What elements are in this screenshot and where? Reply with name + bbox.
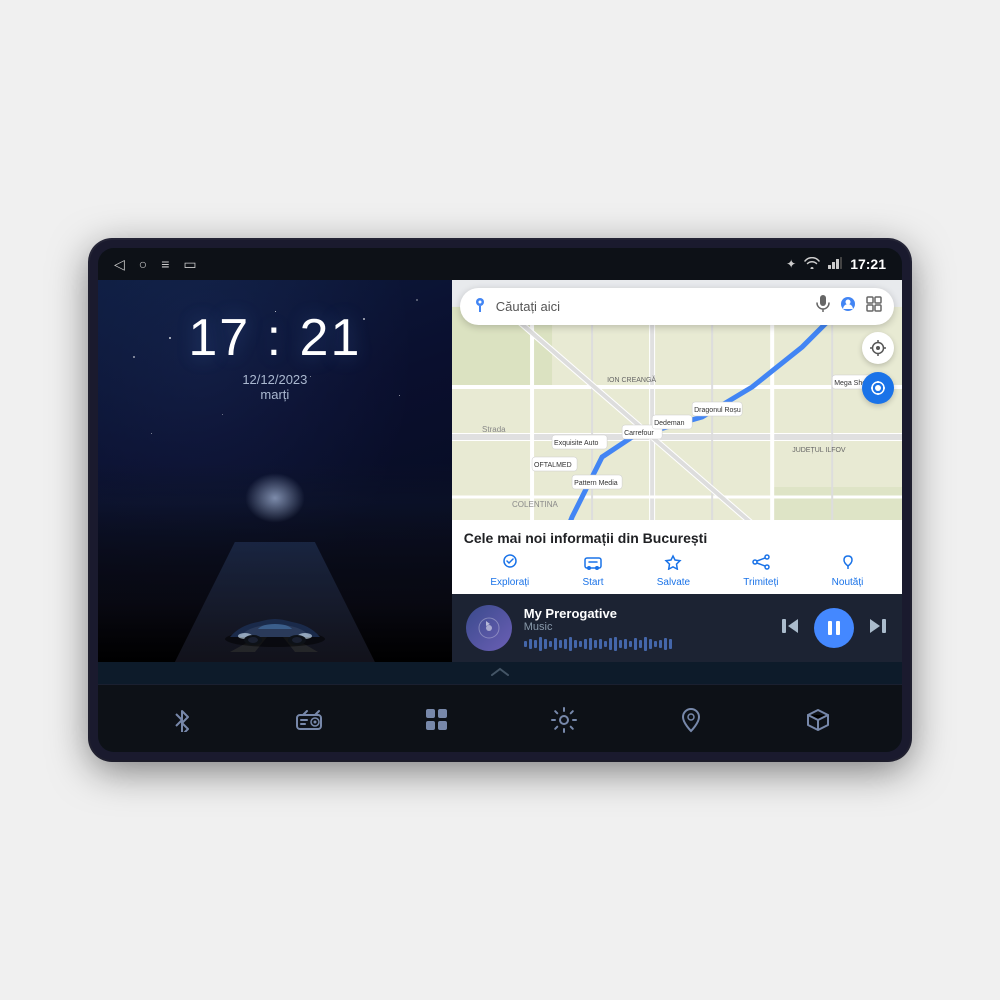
map-nav-bar: Explorați bbox=[464, 554, 890, 588]
album-art bbox=[466, 605, 512, 651]
map-layers-button[interactable] bbox=[862, 332, 894, 364]
map-info-title: Cele mai noi informații din București bbox=[464, 530, 890, 546]
music-play-pause-button[interactable] bbox=[814, 608, 854, 648]
clock-day: marți bbox=[260, 387, 289, 402]
device-screen: ◁ ○ ≡ ▭ ✦ bbox=[98, 248, 902, 752]
status-icons: ✦ 17:21 bbox=[786, 256, 886, 272]
svg-text:Exquisite Auto: Exquisite Auto bbox=[554, 440, 598, 447]
wifi-icon bbox=[804, 257, 820, 272]
svg-text:Dragonul Roșu: Dragonul Roșu bbox=[694, 407, 741, 414]
map-container[interactable]: Strada ION CREANGĂ JUDEȚUL ILFOV COLENTI… bbox=[452, 280, 902, 594]
svg-text:OFTALMED: OFTALMED bbox=[534, 462, 572, 469]
bluetooth-status-icon: ✦ bbox=[786, 257, 796, 271]
trimiteți-label: Trimiteți bbox=[743, 577, 778, 588]
svg-text:ION CREANGĂ: ION CREANGĂ bbox=[607, 375, 656, 384]
swipe-up-indicator bbox=[98, 662, 902, 684]
music-player: My Prerogative Music bbox=[452, 594, 902, 662]
nav-item-explorати[interactable]: Explorați bbox=[490, 554, 529, 588]
trimiteți-icon bbox=[751, 554, 771, 575]
dock-radio[interactable] bbox=[284, 695, 334, 745]
noutăți-label: Noutăți bbox=[832, 577, 864, 588]
explorați-label: Explorați bbox=[490, 577, 529, 588]
nav-icons: ◁ ○ ≡ ▭ bbox=[114, 256, 197, 273]
home-icon[interactable]: ○ bbox=[139, 256, 147, 272]
screenshot-icon[interactable]: ▭ bbox=[183, 256, 196, 273]
nav-item-start[interactable]: Start bbox=[582, 554, 603, 588]
map-search-action-icons bbox=[816, 295, 882, 318]
car-image bbox=[210, 597, 340, 652]
map-search-bar[interactable]: Căutați aici bbox=[460, 288, 894, 325]
menu-icon[interactable]: ≡ bbox=[161, 256, 169, 272]
noutăți-icon bbox=[838, 554, 858, 575]
svg-text:Dedeman: Dedeman bbox=[654, 420, 684, 427]
music-prev-button[interactable] bbox=[780, 616, 800, 641]
start-icon bbox=[583, 554, 603, 575]
svg-text:Strada: Strada bbox=[482, 425, 506, 434]
dock-maps[interactable] bbox=[666, 695, 716, 745]
dock-settings[interactable] bbox=[539, 695, 589, 745]
grid-map-icon[interactable] bbox=[866, 296, 882, 317]
right-panel: Strada ION CREANGĂ JUDEȚUL ILFOV COLENTI… bbox=[452, 280, 902, 662]
dock-apps[interactable] bbox=[411, 695, 461, 745]
status-bar: ◁ ○ ≡ ▭ ✦ bbox=[98, 248, 902, 280]
music-controls bbox=[780, 608, 888, 648]
salvate-label: Salvate bbox=[657, 577, 690, 588]
music-track-source: Music bbox=[524, 621, 768, 633]
clock-date: 12/12/2023 bbox=[242, 372, 307, 387]
svg-text:Carrefour: Carrefour bbox=[624, 430, 654, 437]
explorати-icon bbox=[500, 554, 520, 575]
account-icon[interactable] bbox=[840, 296, 856, 317]
music-next-button[interactable] bbox=[868, 616, 888, 641]
music-info: My Prerogative Music bbox=[524, 606, 768, 651]
svg-text:COLENTINA: COLENTINA bbox=[512, 500, 558, 509]
google-maps-pin-icon bbox=[472, 296, 488, 317]
music-waveform bbox=[524, 637, 768, 651]
mic-icon[interactable] bbox=[816, 295, 830, 318]
bottom-dock bbox=[98, 684, 902, 752]
tunnel-light bbox=[245, 473, 305, 523]
main-content: 17 : 21 12/12/2023 marți bbox=[98, 280, 902, 662]
svg-text:Pattern Media: Pattern Media bbox=[574, 480, 618, 487]
clock-display: 17 : 21 bbox=[188, 308, 361, 368]
nav-item-news[interactable]: Noutăți bbox=[832, 554, 864, 588]
signal-icon bbox=[828, 257, 842, 272]
salvate-icon bbox=[663, 554, 683, 575]
nav-item-saved[interactable]: Salvate bbox=[657, 554, 690, 588]
back-icon[interactable]: ◁ bbox=[114, 256, 125, 273]
svg-text:JUDEȚUL ILFOV: JUDEȚUL ILFOV bbox=[792, 447, 846, 454]
nav-item-send[interactable]: Trimiteți bbox=[743, 554, 778, 588]
map-info-card: Cele mai noi informații din București Ex… bbox=[452, 520, 902, 594]
dock-box[interactable] bbox=[793, 695, 843, 745]
dock-bluetooth[interactable] bbox=[157, 695, 207, 745]
map-search-text: Căutați aici bbox=[496, 299, 808, 314]
map-location-button[interactable] bbox=[862, 372, 894, 404]
left-panel-clock: 17 : 21 12/12/2023 marți bbox=[98, 280, 452, 662]
start-label: Start bbox=[582, 577, 603, 588]
car-head-unit: ◁ ○ ≡ ▭ ✦ bbox=[90, 240, 910, 760]
status-time: 17:21 bbox=[850, 256, 886, 272]
car-scene bbox=[98, 463, 452, 662]
music-track-title: My Prerogative bbox=[524, 606, 768, 621]
